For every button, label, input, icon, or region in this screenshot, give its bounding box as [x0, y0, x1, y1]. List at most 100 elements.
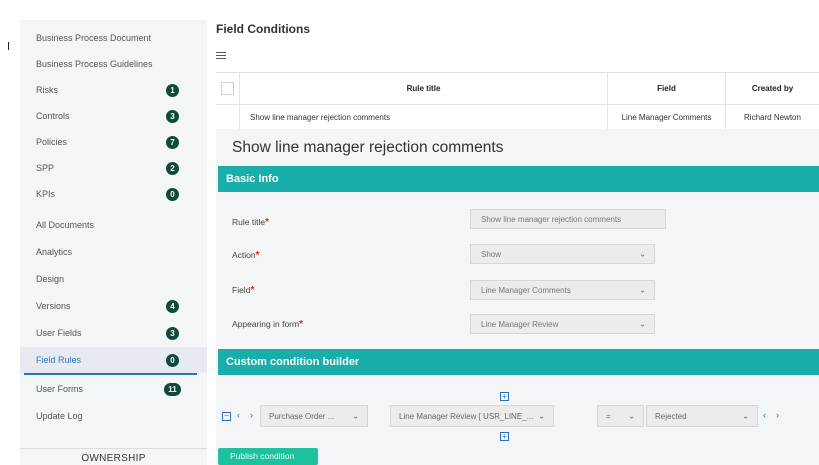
- sidebar-item-label: Field Rules: [36, 355, 82, 365]
- sidebar-item-all-documents[interactable]: All Documents: [20, 212, 207, 238]
- condition-field-select[interactable]: Line Manager Review [ USR_LINE_... ⌄: [390, 405, 554, 427]
- nav-next-icon[interactable]: ›: [776, 410, 779, 420]
- sidebar-item-controls[interactable]: Controls 3: [20, 103, 207, 129]
- sidebar-item-user-forms[interactable]: User Forms 11: [20, 376, 207, 402]
- row-select-cell: [216, 105, 240, 130]
- nav-next-icon[interactable]: ›: [250, 410, 253, 420]
- appearing-in-form-label: Appearing in form*: [232, 319, 303, 330]
- rule-detail-title: Show line manager rejection comments: [232, 139, 504, 156]
- count-badge: 3: [166, 326, 179, 340]
- column-header-field[interactable]: Field: [608, 73, 726, 104]
- sidebar-item-label: User Fields: [36, 328, 82, 338]
- sidebar-item-label: Controls: [36, 111, 70, 121]
- nav-prev-icon[interactable]: ‹: [237, 410, 240, 420]
- field-label: Field*: [232, 285, 254, 296]
- sidebar-item-analytics[interactable]: Analytics: [20, 239, 207, 265]
- field-select-value: Line Manager Comments: [481, 285, 571, 295]
- chevron-down-icon: ⌄: [352, 411, 359, 421]
- condition-source-select[interactable]: Purchase Order ... ⌄: [260, 405, 368, 427]
- sidebar-item-label: Business Process Guidelines: [36, 59, 153, 69]
- count-badge: 4: [166, 299, 179, 313]
- publish-condition-button[interactable]: Publish condition: [218, 448, 318, 465]
- condition-operator-select[interactable]: = ⌄: [597, 405, 644, 427]
- required-marker: *: [255, 250, 260, 261]
- sidebar-item-label: Update Log: [36, 411, 83, 421]
- chevron-down-icon: ⌄: [742, 411, 749, 421]
- ownership-section-title[interactable]: OWNERSHIP: [20, 448, 207, 465]
- rule-title-label: Rule title*: [232, 217, 269, 228]
- chevron-down-icon: ⌄: [538, 411, 545, 421]
- sidebar-item-label: Risks: [36, 85, 58, 95]
- sidebar-item-policies[interactable]: Policies 7: [20, 129, 207, 155]
- chevron-down-icon: ⌄: [639, 249, 646, 259]
- required-marker: *: [250, 285, 255, 296]
- add-condition-above-icon[interactable]: +: [500, 392, 509, 401]
- table-header-row: Rule title Field Created by: [216, 73, 819, 105]
- sidebar-item-spp[interactable]: SPP 2: [20, 155, 207, 181]
- rules-table: Rule title Field Created by Show line ma…: [216, 72, 819, 130]
- table-row[interactable]: Show line manager rejection comments Lin…: [216, 105, 819, 130]
- sidebar-item-label: User Forms: [36, 384, 83, 394]
- field-select[interactable]: Line Manager Comments ⌄: [470, 280, 655, 300]
- column-header-rule-title[interactable]: Rule title: [240, 73, 608, 104]
- sidebar-item-versions[interactable]: Versions 4: [20, 293, 207, 319]
- hamburger-icon[interactable]: [216, 52, 226, 60]
- sidebar-item-field-rules[interactable]: Field Rules 0: [20, 347, 207, 375]
- chevron-down-icon: ⌄: [639, 319, 646, 329]
- page-title: Field Conditions: [216, 22, 310, 36]
- appearing-in-form-select[interactable]: Line Manager Review ⌄: [470, 314, 655, 334]
- rule-title-label-text: Rule title: [232, 217, 266, 227]
- count-badge: 0: [166, 353, 179, 367]
- sidebar-item-design[interactable]: Design: [20, 266, 207, 292]
- appearing-in-form-label-text: Appearing in form: [232, 319, 300, 329]
- chevron-down-icon: ⌄: [639, 285, 646, 295]
- sidebar-item-label: Business Process Document: [36, 33, 152, 43]
- count-badge: 7: [166, 135, 179, 149]
- count-badge: 0: [166, 187, 179, 201]
- basic-info-header[interactable]: Basic Info: [218, 166, 819, 192]
- required-marker: *: [299, 319, 303, 330]
- cell-created-by: Richard Newton: [744, 113, 801, 122]
- sidebar-item-business-process-document[interactable]: Business Process Document: [20, 25, 207, 51]
- required-marker: *: [265, 217, 269, 228]
- condition-value-value: Rejected: [655, 411, 687, 421]
- sidebar-item-update-log[interactable]: Update Log: [20, 403, 207, 429]
- remove-condition-icon[interactable]: −: [222, 412, 231, 421]
- appearing-in-form-select-value: Line Manager Review: [481, 319, 559, 329]
- sidebar: Business Process Document Business Proce…: [20, 20, 207, 465]
- custom-condition-builder-header[interactable]: Custom condition builder: [218, 349, 819, 375]
- count-badge: 1: [166, 83, 179, 97]
- field-label-text: Field: [232, 285, 251, 295]
- cell-rule-title: Show line manager rejection comments: [240, 105, 608, 130]
- sidebar-item-label: Analytics: [36, 247, 73, 257]
- rule-title-input[interactable]: Show line manager rejection comments: [470, 209, 666, 229]
- action-select[interactable]: Show ⌄: [470, 244, 655, 264]
- cell-field: Line Manager Comments: [608, 105, 726, 130]
- sidebar-item-label: SPP: [36, 163, 55, 173]
- sidebar-item-kpis[interactable]: KPIs 0: [20, 181, 207, 207]
- sidebar-item-user-fields[interactable]: User Fields 3: [20, 320, 207, 346]
- condition-field-value: Line Manager Review [ USR_LINE_...: [399, 411, 534, 421]
- add-condition-below-icon[interactable]: +: [500, 432, 509, 441]
- chevron-down-icon: ⌄: [628, 411, 635, 421]
- action-label-text: Action: [232, 250, 256, 260]
- condition-value-select[interactable]: Rejected ⌄: [646, 405, 758, 427]
- count-badge: 11: [164, 382, 181, 396]
- condition-operator-value: =: [606, 411, 611, 421]
- action-select-value: Show: [481, 249, 502, 259]
- window-edge-mark: [8, 42, 9, 50]
- sidebar-item-label: All Documents: [36, 220, 95, 230]
- sidebar-item-label: Policies: [36, 137, 68, 147]
- count-badge: 3: [166, 109, 179, 123]
- sidebar-item-label: KPIs: [36, 189, 56, 199]
- column-header-created-by[interactable]: Created by: [726, 73, 819, 104]
- sidebar-item-label: Versions: [36, 301, 71, 311]
- count-badge: 2: [166, 161, 179, 175]
- nav-prev-icon[interactable]: ‹: [763, 410, 766, 420]
- select-all-cell: [216, 73, 240, 104]
- rule-detail-panel: Show line manager rejection comments Bas…: [216, 129, 819, 465]
- select-all-checkbox[interactable]: [221, 82, 234, 95]
- sidebar-item-risks[interactable]: Risks 1: [20, 77, 207, 103]
- condition-source-value: Purchase Order ...: [269, 411, 335, 421]
- sidebar-item-business-process-guidelines[interactable]: Business Process Guidelines: [20, 51, 207, 77]
